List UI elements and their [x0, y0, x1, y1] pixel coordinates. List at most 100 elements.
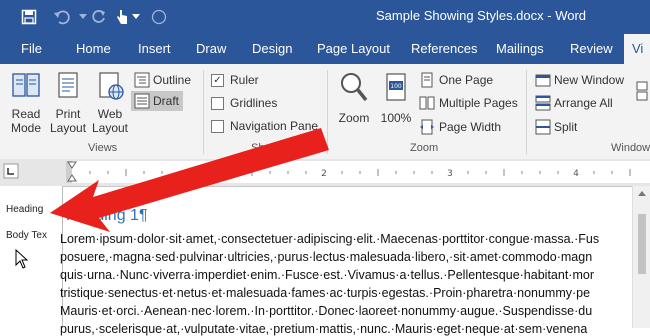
navigation-pane-checkbox[interactable]: Navigation Pane — [211, 119, 318, 133]
body-text-line: Lorem·ipsum·dolor·sit·amet,·consectetuer… — [60, 232, 600, 246]
switch-windows-button[interactable] — [636, 80, 648, 110]
group-divider — [526, 70, 527, 154]
svg-text:100: 100 — [390, 83, 402, 90]
tab-review[interactable]: Review — [570, 34, 613, 64]
print-layout-label-1: Print — [55, 107, 81, 121]
touch-mode-icon[interactable] — [112, 7, 132, 27]
read-mode-button[interactable]: Read Mode — [6, 70, 46, 135]
navigation-pane-label: Navigation Pane — [230, 119, 319, 133]
read-mode-label-2: Mode — [10, 121, 42, 135]
split-button[interactable]: Split — [535, 119, 577, 135]
gridlines-check-box — [211, 96, 224, 110]
split-label: Split — [554, 120, 578, 134]
ruler-graphic: 1 2 3 4 — [3, 161, 650, 183]
book-icon — [12, 73, 40, 97]
new-window-label: New Window — [554, 73, 625, 87]
ruler-checkbox[interactable]: ✓ Ruler — [211, 73, 259, 87]
ruler-label: Ruler — [230, 73, 259, 87]
svg-text:4: 4 — [573, 169, 579, 179]
arrange-all-button[interactable]: Arrange All — [535, 95, 613, 111]
draft-icon — [134, 93, 150, 109]
split-icon — [535, 119, 551, 135]
outline-button[interactable]: Outline — [134, 72, 191, 88]
arrange-all-icon — [535, 95, 551, 111]
svg-text:2: 2 — [321, 169, 327, 179]
tab-design[interactable]: Design — [252, 34, 292, 64]
web-layout-button[interactable]: Web Layout — [91, 70, 129, 135]
scrollbar-graphic — [638, 191, 646, 274]
tab-insert[interactable]: Insert — [138, 34, 171, 64]
customize-qat-icon[interactable] — [131, 7, 141, 27]
page-width-button[interactable]: Page Width — [419, 119, 501, 135]
body-text-line: tristique·senectus·et·netus·et·malesuada… — [60, 286, 591, 300]
zoom-label: Zoom — [338, 111, 370, 125]
page-icon — [58, 72, 78, 98]
document-heading: Heading 1¶ — [66, 207, 148, 224]
tab-references[interactable]: References — [411, 34, 477, 64]
outline-label: Outline — [153, 73, 192, 87]
multiple-pages-button[interactable]: Multiple Pages — [419, 95, 518, 111]
body-text-line: quis·urna.·Nunc·viverra·imperdiet·enim.·… — [60, 268, 594, 282]
hundred-percent-icon: 100 — [386, 73, 406, 101]
undo-dropdown-icon[interactable] — [78, 7, 88, 27]
one-page-label: One Page — [439, 73, 494, 87]
undo-icon[interactable] — [52, 7, 72, 27]
views-group-label: Views — [88, 142, 118, 154]
redo-icon[interactable] — [89, 7, 109, 27]
style-body-text-label[interactable]: Body Tex — [6, 230, 47, 241]
zoom-group-label: Zoom — [410, 142, 439, 154]
multiple-pages-icon — [419, 96, 435, 110]
window-title: Sample Showing Styles.docx - Word — [376, 8, 587, 23]
circle-icon[interactable] — [149, 7, 169, 27]
draft-button[interactable]: Draft — [131, 91, 184, 111]
outline-icon — [134, 72, 150, 88]
zoom-button[interactable]: Zoom — [334, 70, 374, 125]
zoom-100-label: 100% — [380, 111, 412, 125]
title-bar: Sample Showing Styles.docx - Word — [0, 0, 650, 34]
navigation-pane-check-box — [211, 119, 224, 133]
draft-label: Draft — [153, 94, 180, 108]
svg-text:1: 1 — [195, 169, 201, 179]
tab-page-layout[interactable]: Page Layout — [317, 34, 390, 64]
body-text-line: purus,·scelerisque·at,·vulputate·vitae,·… — [60, 322, 588, 336]
gridlines-checkbox[interactable]: Gridlines — [211, 96, 277, 110]
window-group-label: Window — [611, 142, 650, 154]
multiple-pages-label: Multiple Pages — [439, 96, 518, 110]
print-layout-button[interactable]: Print Layout — [50, 70, 86, 135]
style-area-pane: Heading Body Tex — [0, 186, 62, 328]
new-window-button[interactable]: New Window — [535, 72, 624, 88]
ribbon: Read Mode Print Layout Web Layout Outlin… — [0, 64, 650, 160]
tab-draw[interactable]: Draw — [196, 34, 226, 64]
web-layout-label-1: Web — [97, 107, 123, 121]
read-mode-label-1: Read — [11, 107, 41, 121]
one-page-icon — [421, 72, 433, 88]
svg-text:3: 3 — [447, 169, 453, 179]
save-icon[interactable] — [19, 7, 39, 27]
new-window-icon — [535, 74, 551, 87]
style-heading-label[interactable]: Heading — [6, 204, 43, 215]
web-layout-label-2: Layout — [91, 121, 129, 135]
magnifier-icon — [341, 73, 368, 102]
body-text-line: Mauris·et·orci.·Aenean·nec·lorem.·In·por… — [60, 304, 593, 318]
ribbon-tabs: File Home Insert Draw Design Page Layout… — [0, 34, 650, 64]
tab-view[interactable]: Vi — [624, 34, 650, 64]
page-width-icon — [420, 119, 434, 135]
one-page-button[interactable]: One Page — [419, 72, 493, 88]
tab-mailings[interactable]: Mailings — [496, 34, 544, 64]
switch-windows-icon — [636, 81, 648, 101]
zoom-100-button[interactable]: 100 100% — [378, 70, 414, 125]
tab-file[interactable]: File — [21, 34, 42, 64]
body-text-line: posuere,·magna·sed·pulvinar·ultricies,·p… — [60, 250, 593, 264]
vertical-scrollbar[interactable] — [632, 186, 650, 328]
arrange-all-label: Arrange All — [554, 96, 613, 110]
group-divider — [203, 70, 204, 154]
print-layout-label-2: Layout — [50, 121, 87, 135]
document-area[interactable]: Heading 1¶ Lorem·ipsum·dolor·sit·amet,·c… — [60, 186, 650, 336]
ruler-check-icon: ✓ — [211, 73, 224, 87]
horizontal-ruler[interactable]: 1 2 3 4 — [0, 159, 650, 187]
show-group-label: Show — [251, 142, 279, 154]
tab-home[interactable]: Home — [76, 34, 111, 64]
group-divider — [327, 70, 328, 154]
gridlines-label: Gridlines — [230, 96, 278, 110]
mouse-pointer-icon — [15, 248, 29, 269]
